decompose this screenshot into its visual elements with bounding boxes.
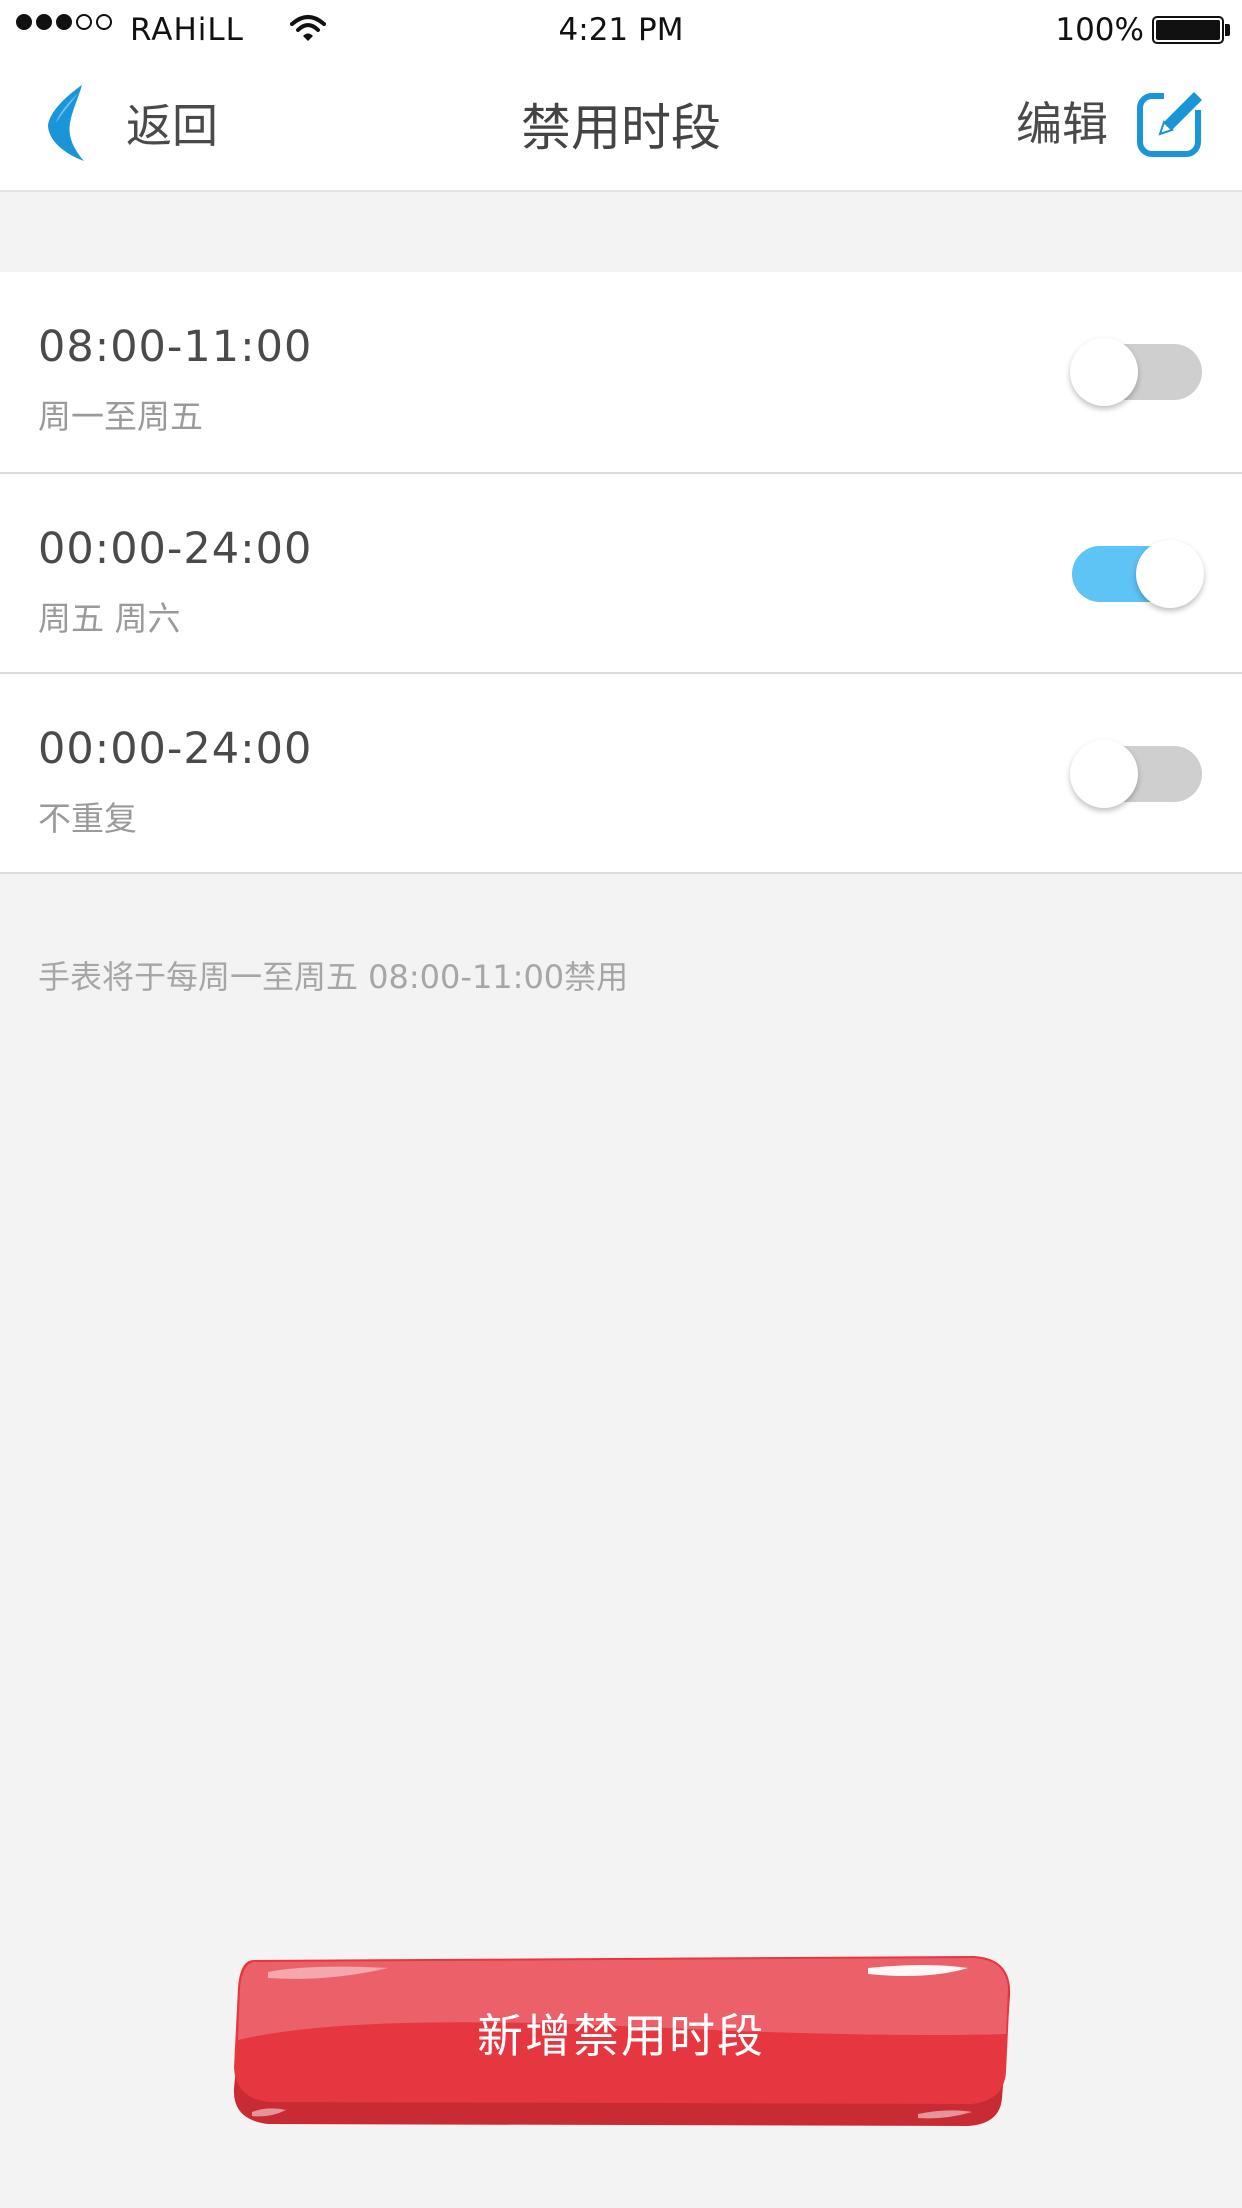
- schedule-summary: 手表将于每周一至周五 08:00-11:00禁用: [38, 958, 629, 996]
- add-schedule-button[interactable]: 新增禁用时段: [228, 1948, 1014, 2128]
- schedule-toggle[interactable]: [1070, 338, 1202, 406]
- edit-button[interactable]: 编辑: [1016, 76, 1208, 166]
- schedule-row[interactable]: 00:00-24:00 不重复: [0, 672, 1242, 872]
- battery-percent: 100%: [1055, 12, 1144, 48]
- schedule-days: 不重复: [38, 799, 137, 838]
- schedule-time: 00:00-24:00: [38, 724, 313, 774]
- edit-icon: [1137, 88, 1204, 157]
- schedule-days: 周五 周六: [38, 599, 181, 638]
- schedule-row[interactable]: 08:00-11:00 周一至周五: [0, 272, 1242, 472]
- schedule-row[interactable]: 00:00-24:00 周五 周六: [0, 472, 1242, 672]
- status-bar: RAHiLL 4:21 PM 100%: [0, 0, 1242, 60]
- schedule-toggle[interactable]: [1070, 740, 1202, 808]
- schedule-toggle[interactable]: [1072, 540, 1204, 608]
- schedule-days: 周一至周五: [38, 397, 203, 436]
- edit-label: 编辑: [1016, 97, 1108, 151]
- nav-bar: 返回 禁用时段 编辑: [0, 60, 1242, 192]
- schedule-time: 00:00-24:00: [38, 524, 313, 574]
- battery-icon: [1152, 16, 1224, 44]
- schedule-time: 08:00-11:00: [38, 322, 313, 372]
- schedule-list: 08:00-11:00 周一至周五 00:00-24:00 周五 周六 00:0…: [0, 272, 1242, 874]
- add-schedule-label: 新增禁用时段: [477, 2009, 765, 2063]
- screen: RAHiLL 4:21 PM 100% 返回 禁用时段 编辑 08:00-11:…: [0, 0, 1242, 2208]
- battery-tip: [1225, 24, 1230, 36]
